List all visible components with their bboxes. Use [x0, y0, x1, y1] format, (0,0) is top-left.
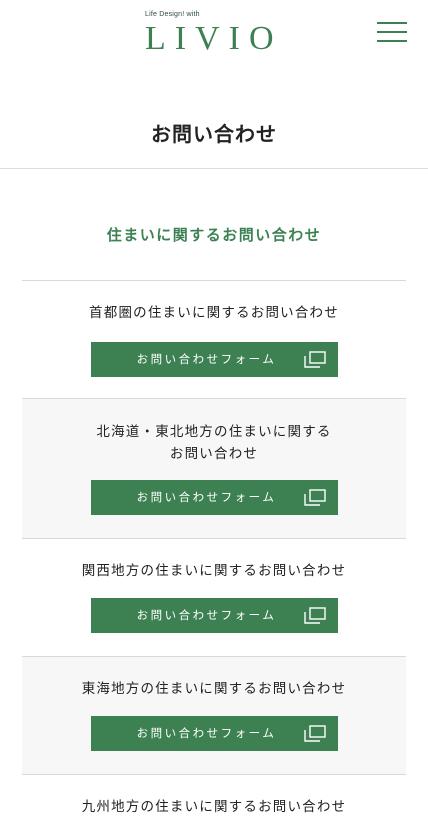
inquiry-block-title-line: 東海地方の住まいに関するお問い合わせ: [81, 681, 347, 697]
logo-wordmark: LIVIO: [145, 20, 283, 57]
inquiry-block-title: 首都圏の住まいに関するお問い合わせ: [22, 302, 406, 324]
logo-tagline: Life Design! with: [145, 11, 200, 18]
menu-bar: [377, 31, 407, 33]
inquiry-block-title: 関西地方の住まいに関するお問い合わせ: [22, 560, 406, 582]
external-window-icon: [304, 351, 326, 368]
site-header: Life Design! with LIVIO: [0, 0, 428, 70]
inquiry-form-button[interactable]: お問い合わせフォーム: [91, 342, 338, 377]
inquiry-form-button-label: お問い合わせフォーム: [136, 490, 277, 504]
inquiry-block-kansai: 関西地方の住まいに関するお問い合わせ お問い合わせフォーム: [22, 538, 406, 656]
inquiry-block-title: 東海地方の住まいに関するお問い合わせ: [22, 678, 406, 700]
inquiry-block-title-line: 関西地方の住まいに関するお問い合わせ: [81, 563, 347, 579]
inquiry-form-button-label: お問い合わせフォーム: [136, 352, 277, 366]
section-heading: 住まいに関するお問い合わせ: [106, 226, 322, 244]
inquiry-block-kyushu: 九州地方の住まいに関するお問い合わせ: [22, 774, 406, 834]
inquiry-block-title-line: お問い合わせ: [169, 446, 259, 462]
external-window-icon: [304, 607, 326, 624]
inquiry-block-tokai: 東海地方の住まいに関するお問い合わせ お問い合わせフォーム: [22, 656, 406, 774]
inquiry-block-title: 九州地方の住まいに関するお問い合わせ: [22, 796, 406, 818]
inquiry-form-button-label: お問い合わせフォーム: [136, 726, 277, 740]
inquiry-block-hokkaido-tohoku: 北海道・東北地方の住まいに関する お問い合わせ お問い合わせフォーム: [22, 398, 406, 538]
livio-logo[interactable]: Life Design! with LIVIO: [145, 11, 295, 57]
divider: [0, 168, 428, 169]
inquiry-form-button[interactable]: お問い合わせフォーム: [91, 480, 338, 515]
external-window-icon: [304, 489, 326, 506]
menu-bar: [377, 22, 407, 24]
inquiry-form-button-label: お問い合わせフォーム: [136, 608, 277, 622]
inquiry-block-title-line: 九州地方の住まいに関するお問い合わせ: [81, 799, 347, 815]
inquiry-block-title-line: 北海道・東北地方の住まいに関する: [96, 424, 332, 440]
inquiry-form-button[interactable]: お問い合わせフォーム: [91, 598, 338, 633]
menu-bar: [377, 40, 407, 42]
hamburger-menu-icon[interactable]: [377, 20, 407, 46]
inquiry-block-title-line: 首都圏の住まいに関するお問い合わせ: [89, 305, 339, 321]
page-title: お問い合わせ: [151, 122, 277, 146]
inquiry-form-button[interactable]: お問い合わせフォーム: [91, 716, 338, 751]
inquiry-block-shutoken: 首都圏の住まいに関するお問い合わせ お問い合わせフォーム: [22, 280, 406, 398]
inquiry-block-title: 北海道・東北地方の住まいに関する お問い合わせ: [22, 421, 406, 465]
external-window-icon: [304, 725, 326, 742]
